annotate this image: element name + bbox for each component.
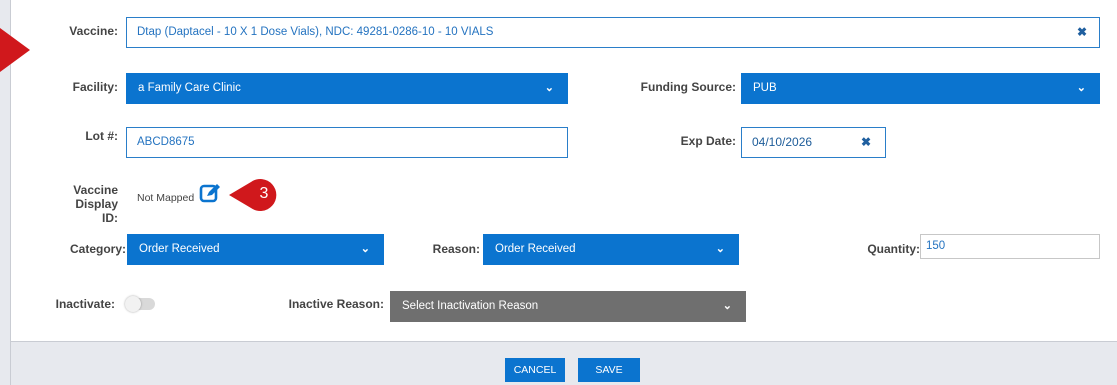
vaccine-clear-icon[interactable]: ✖ [1077, 18, 1087, 47]
inactive-reason-select[interactable]: Select Inactivation Reason ⌄ [390, 291, 746, 322]
display-id-value: Not Mapped [137, 192, 195, 204]
reason-label: Reason: [432, 242, 480, 256]
lot-input[interactable]: ABCD8675 [126, 127, 568, 158]
facility-label: Facility: [72, 80, 118, 94]
chevron-down-icon: ⌄ [1076, 82, 1086, 94]
vaccine-label: Vaccine: [69, 24, 118, 38]
lot-value: ABCD8675 [137, 136, 195, 148]
exp-date-value: 04/10/2026 [752, 135, 813, 149]
vaccine-value: Dtap (Daptacel - 10 X 1 Dose Vials), NDC… [137, 26, 494, 38]
inactivate-toggle[interactable] [125, 296, 155, 312]
chevron-down-icon: ⌄ [722, 300, 732, 312]
inactivate-label: Inactivate: [55, 297, 115, 311]
callout-arrow-marker [0, 28, 30, 72]
display-id-label-line2: Display ID: [75, 197, 118, 225]
exp-date-label: Exp Date: [680, 134, 736, 148]
cancel-button[interactable]: CANCEL [505, 358, 565, 382]
quantity-label: Quantity: [867, 242, 920, 256]
reason-select[interactable]: Order Received ⌄ [483, 234, 739, 265]
callout-number: 3 [259, 185, 269, 202]
category-value: Order Received [139, 243, 220, 255]
inactive-reason-value: Select Inactivation Reason [402, 300, 539, 312]
chevron-down-icon: ⌄ [715, 243, 725, 255]
display-id-label-line1: Vaccine [73, 183, 118, 197]
display-id-label: Vaccine Display ID: [60, 183, 118, 225]
funding-source-value: PUB [753, 82, 777, 94]
quantity-input[interactable]: 150 [920, 234, 1100, 259]
chevron-down-icon: ⌄ [360, 243, 370, 255]
exp-date-clear-icon[interactable]: ✖ [861, 128, 871, 157]
lot-label: Lot #: [85, 129, 118, 143]
exp-date-input[interactable]: 04/10/2026 ✖ [741, 127, 886, 158]
reason-value: Order Received [495, 243, 576, 255]
edit-icon[interactable] [199, 182, 221, 204]
facility-select[interactable]: a Family Care Clinic ⌄ [126, 73, 568, 104]
inactive-reason-label: Inactive Reason: [288, 297, 384, 311]
vaccine-field[interactable]: Dtap (Daptacel - 10 X 1 Dose Vials), NDC… [126, 17, 1100, 48]
funding-source-select[interactable]: PUB ⌄ [741, 73, 1100, 104]
toggle-knob [125, 296, 141, 312]
save-button[interactable]: SAVE [578, 358, 640, 382]
funding-source-label: Funding Source: [640, 80, 736, 94]
category-select[interactable]: Order Received ⌄ [127, 234, 384, 265]
category-label: Category: [70, 242, 127, 256]
facility-value: a Family Care Clinic [138, 82, 241, 94]
chevron-down-icon: ⌄ [544, 82, 554, 94]
quantity-value: 150 [926, 240, 946, 252]
